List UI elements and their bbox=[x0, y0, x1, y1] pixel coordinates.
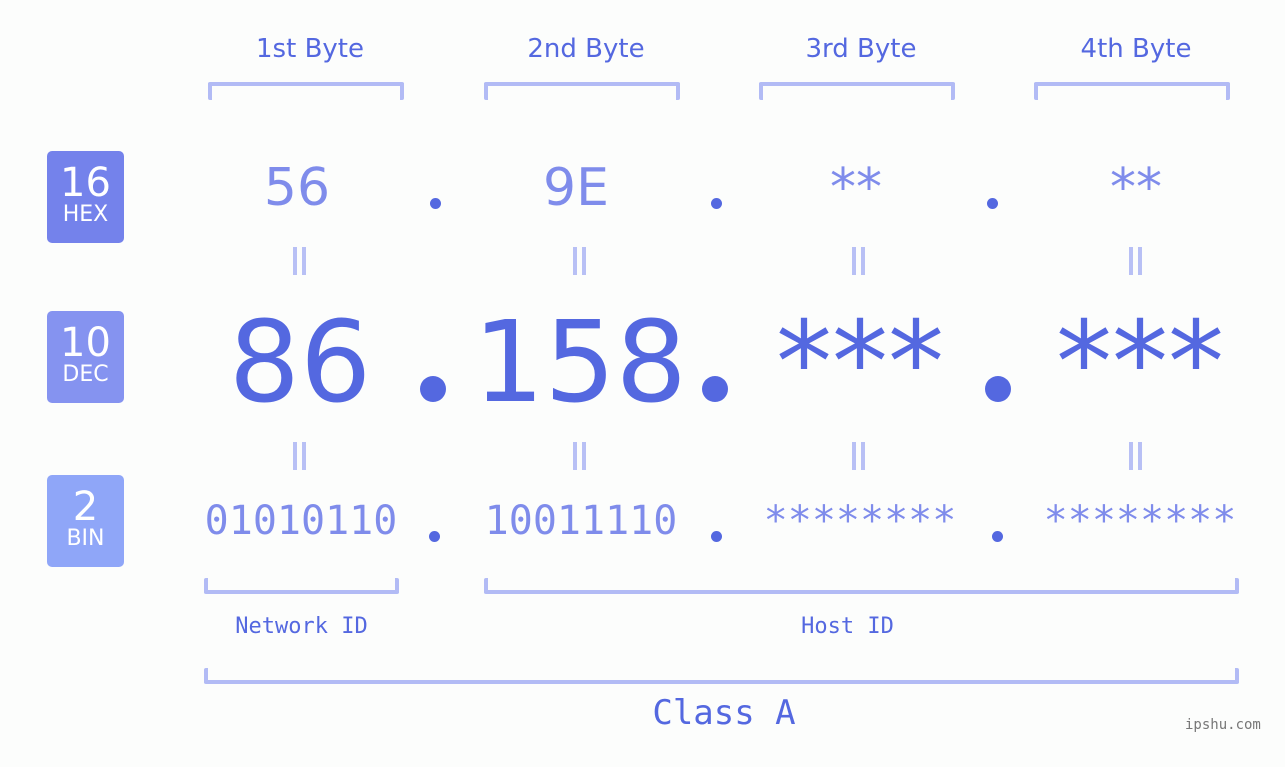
bin-value-4: ******** bbox=[1043, 498, 1237, 544]
bin-value-3: ******** bbox=[763, 498, 957, 544]
bin-badge: 2 BIN bbox=[47, 475, 124, 567]
class-bracket bbox=[204, 668, 1239, 684]
dec-badge-number: 10 bbox=[60, 320, 111, 366]
host-id-label: Host ID bbox=[801, 614, 894, 639]
byte-header-4: 4th Byte bbox=[1080, 34, 1192, 64]
bin-value-1: 01010110 bbox=[204, 498, 398, 544]
byte-bracket-2 bbox=[484, 82, 680, 100]
byte-bracket-4 bbox=[1034, 82, 1230, 100]
hex-badge: 16 HEX bbox=[47, 151, 124, 243]
hex-value-4: ** bbox=[1110, 158, 1162, 218]
hex-separator-dot bbox=[711, 198, 722, 209]
hex-separator-dot bbox=[987, 198, 998, 209]
byte-header-3: 3rd Byte bbox=[805, 34, 917, 64]
equals-marker bbox=[852, 442, 866, 470]
byte-bracket-3 bbox=[759, 82, 955, 100]
class-label: Class A bbox=[652, 693, 796, 733]
dec-badge-label: DEC bbox=[62, 362, 109, 387]
network-id-label: Network ID bbox=[235, 614, 368, 639]
equals-marker bbox=[1129, 247, 1143, 275]
hex-badge-number: 16 bbox=[60, 160, 111, 206]
bin-badge-number: 2 bbox=[72, 484, 99, 530]
bin-separator-dot bbox=[429, 531, 440, 542]
hex-badge-label: HEX bbox=[62, 202, 109, 227]
dec-badge: 10 DEC bbox=[47, 311, 124, 403]
equals-marker bbox=[573, 247, 587, 275]
hex-value-1: 56 bbox=[263, 158, 331, 218]
dec-separator-dot bbox=[702, 376, 728, 402]
dec-separator-dot bbox=[985, 376, 1011, 402]
dec-value-4: *** bbox=[1056, 298, 1224, 428]
equals-marker bbox=[852, 247, 866, 275]
byte-header-2: 2nd Byte bbox=[527, 34, 645, 64]
equals-marker bbox=[293, 442, 307, 470]
byte-header-1: 1st Byte bbox=[256, 34, 364, 64]
hex-separator-dot bbox=[430, 198, 441, 209]
bin-separator-dot bbox=[711, 531, 722, 542]
equals-marker bbox=[1129, 442, 1143, 470]
bin-badge-label: BIN bbox=[66, 526, 105, 551]
dec-separator-dot bbox=[420, 376, 446, 402]
equals-marker bbox=[573, 442, 587, 470]
equals-marker bbox=[293, 247, 307, 275]
dec-value-2: 158 bbox=[473, 298, 687, 428]
byte-bracket-1 bbox=[208, 82, 404, 100]
hex-value-3: ** bbox=[830, 158, 882, 218]
dec-value-1: 86 bbox=[228, 298, 372, 428]
dec-value-3: *** bbox=[776, 298, 944, 428]
bin-value-2: 10011110 bbox=[484, 498, 678, 544]
hex-value-2: 9E bbox=[543, 158, 609, 218]
network-id-bracket bbox=[204, 578, 399, 594]
host-id-bracket bbox=[484, 578, 1239, 594]
bin-separator-dot bbox=[992, 531, 1003, 542]
watermark: ipshu.com bbox=[1185, 717, 1261, 733]
